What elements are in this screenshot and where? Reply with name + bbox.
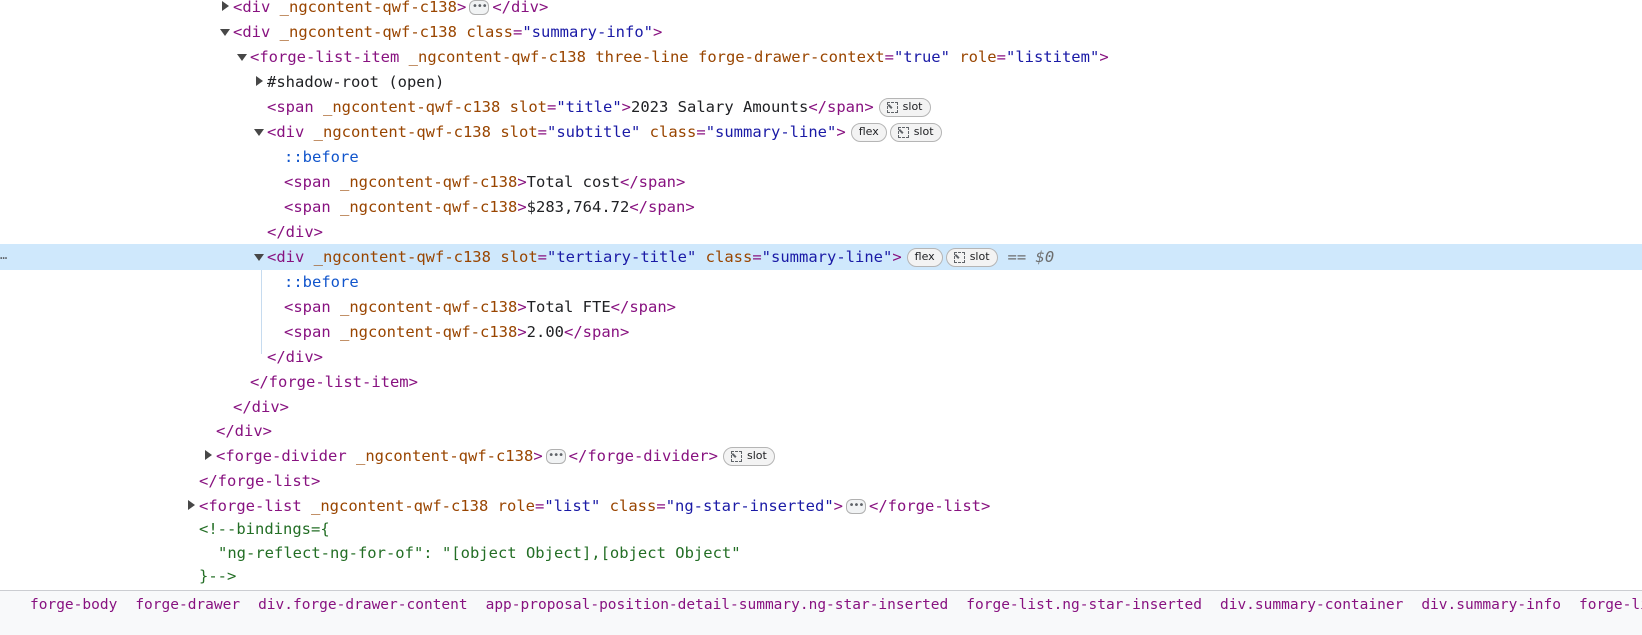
breadcrumb-items: forge-body forge-drawer div.forge-drawer-c… [30, 597, 1642, 613]
tree-node-forge-list-item[interactable]: <forge-list-item _ngcontent-qwf-c138 thr… [0, 44, 1642, 70]
tree-node-close-div[interactable]: </div> [0, 344, 1642, 370]
slot-reveal-icon [730, 450, 742, 462]
breadcrumb-item[interactable]: forge-list-item [1579, 597, 1642, 613]
tree-node-close-div[interactable]: </div> [0, 418, 1642, 444]
tree-node-close-div[interactable]: </div> [0, 219, 1642, 245]
expand-arrow-icon[interactable] [220, 0, 230, 20]
slot-badge[interactable]: slot [889, 122, 942, 142]
slot-reveal-icon [953, 251, 965, 263]
breadcrumb-item[interactable]: div.forge-drawer-content [258, 597, 468, 613]
tree-node-shadow-root[interactable]: #shadow-root (open) [0, 69, 1642, 95]
tree-node-span-fte-value[interactable]: <span _ngcontent-qwf-c138 >2.00 </span> [0, 319, 1642, 345]
breadcrumb-item[interactable]: forge-body [30, 597, 117, 613]
collapse-arrow-icon[interactable] [254, 119, 264, 145]
breadcrumb-item[interactable]: forge-drawer [135, 597, 240, 613]
tree-node-pseudo-before[interactable]: ::before [0, 269, 1642, 295]
tree-node-div-summary-info[interactable]: <div _ngcontent-qwf-c138 class = "summary-… [0, 19, 1642, 45]
breadcrumb-item[interactable]: app-proposal-position-detail-summary.ng-… [486, 597, 949, 613]
expand-arrow-icon[interactable] [203, 443, 213, 469]
breadcrumb-item[interactable]: div.summary-container [1220, 597, 1403, 613]
slot-badge[interactable]: slot [722, 446, 775, 466]
flex-badge[interactable]: flex [850, 122, 887, 142]
more-actions-icon[interactable]: … [0, 244, 10, 270]
expand-arrow-icon[interactable] [254, 69, 264, 95]
selected-node-reference: == $0 [1007, 248, 1055, 266]
ellipsis-icon[interactable]: ••• [469, 0, 490, 15]
slot-reveal-icon [897, 126, 909, 138]
collapse-arrow-icon[interactable] [254, 244, 264, 270]
tree-node-comment[interactable]: <!--bindings={ [0, 516, 1642, 542]
breadcrumb-item[interactable]: forge-list.ng-star-inserted [966, 597, 1202, 613]
tree-node-div-subtitle[interactable]: <div _ngcontent-qwf-c138 slot = "subtitle"… [0, 119, 1642, 145]
tree-node-span-title[interactable]: <span _ngcontent-qwf-c138 slot = "title" >2… [0, 94, 1642, 120]
tree-node-forge-divider[interactable]: <forge-divider _ngcontent-qwf-c138 > ••• </… [0, 443, 1642, 469]
flex-badge[interactable]: flex [906, 247, 943, 267]
tree-node-close-forge-list-item[interactable]: </forge-list-item> [0, 369, 1642, 395]
tree-node-span-cost-value[interactable]: <span _ngcontent-qwf-c138 > $283,764.72 </s… [0, 194, 1642, 220]
tree-node-span-total-fte[interactable]: <span _ngcontent-qwf-c138 > Total FTE </spa… [0, 294, 1642, 320]
slot-reveal-icon [886, 101, 898, 113]
tree-node-close-div[interactable]: </div> [0, 394, 1642, 420]
tree-node-div-tertiary-title[interactable]: … <div _ngcontent-qwf-c138 slot = "tertiar… [0, 244, 1642, 270]
slot-badge[interactable]: slot [878, 97, 931, 117]
breadcrumb: forge-body forge-drawer div.forge-drawer-c… [0, 590, 1642, 635]
ellipsis-icon[interactable]: ••• [545, 448, 566, 464]
tree-node-pseudo-before[interactable]: ::before [0, 144, 1642, 170]
tree-node-comment-end[interactable]: }--> [0, 563, 1642, 589]
tree-node-div[interactable]: <div _ngcontent-qwf-c138 > ••• </div> [0, 0, 1642, 20]
tree-node-close-forge-list[interactable]: </forge-list> [0, 468, 1642, 494]
breadcrumb-item[interactable]: div.summary-info [1421, 597, 1561, 613]
collapse-arrow-icon[interactable] [220, 19, 230, 45]
tree-node-span-total-cost[interactable]: <span _ngcontent-qwf-c138 > Total cost </sp… [0, 169, 1642, 195]
collapse-arrow-icon[interactable] [237, 44, 247, 70]
slot-badge[interactable]: slot [945, 247, 998, 267]
ellipsis-icon[interactable]: ••• [846, 498, 867, 514]
